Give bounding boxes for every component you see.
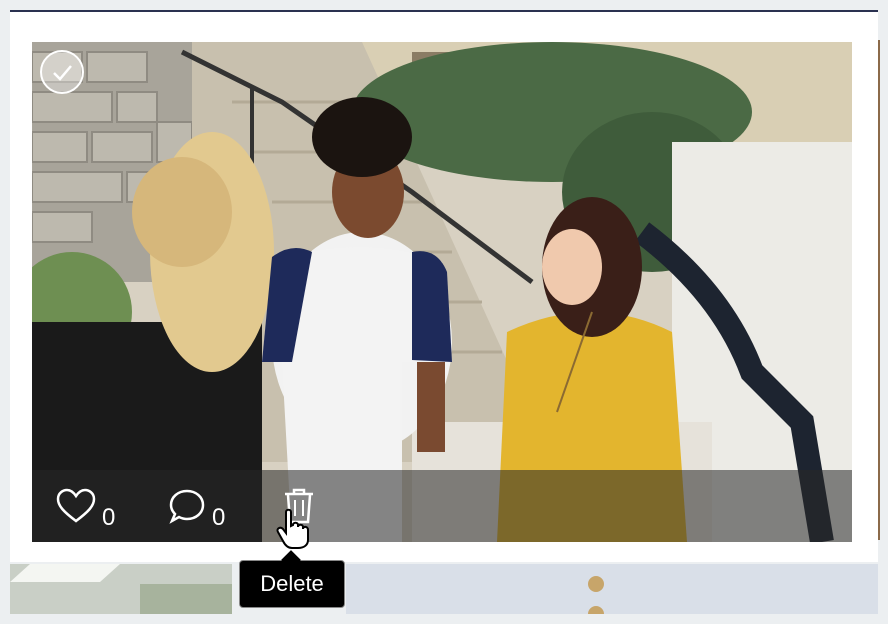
comment-stat[interactable]: 0: [168, 488, 256, 530]
select-checkbox[interactable]: [40, 50, 84, 94]
comment-bubble-icon[interactable]: [168, 488, 206, 524]
photo-action-bar: 0 0: [32, 470, 852, 542]
like-count: 0: [102, 504, 116, 531]
check-icon: [53, 65, 72, 81]
hand-pointer-cursor: [276, 508, 309, 549]
thumbnail-right[interactable]: [346, 564, 878, 614]
thumbnail-left-image: [10, 564, 232, 614]
comment-count: 0: [212, 504, 226, 531]
delete-tooltip: Delete: [239, 560, 345, 608]
like-stat[interactable]: 0: [56, 488, 144, 530]
thumbnail-left[interactable]: [10, 564, 232, 614]
photo-illustration: [32, 42, 852, 542]
heart-icon[interactable]: [56, 488, 96, 524]
post-photo[interactable]: 0 0: [32, 42, 852, 542]
photo-card: 0 0: [10, 10, 878, 562]
tooltip-label: Delete: [260, 571, 324, 596]
thumbnail-right-image: [346, 564, 878, 614]
